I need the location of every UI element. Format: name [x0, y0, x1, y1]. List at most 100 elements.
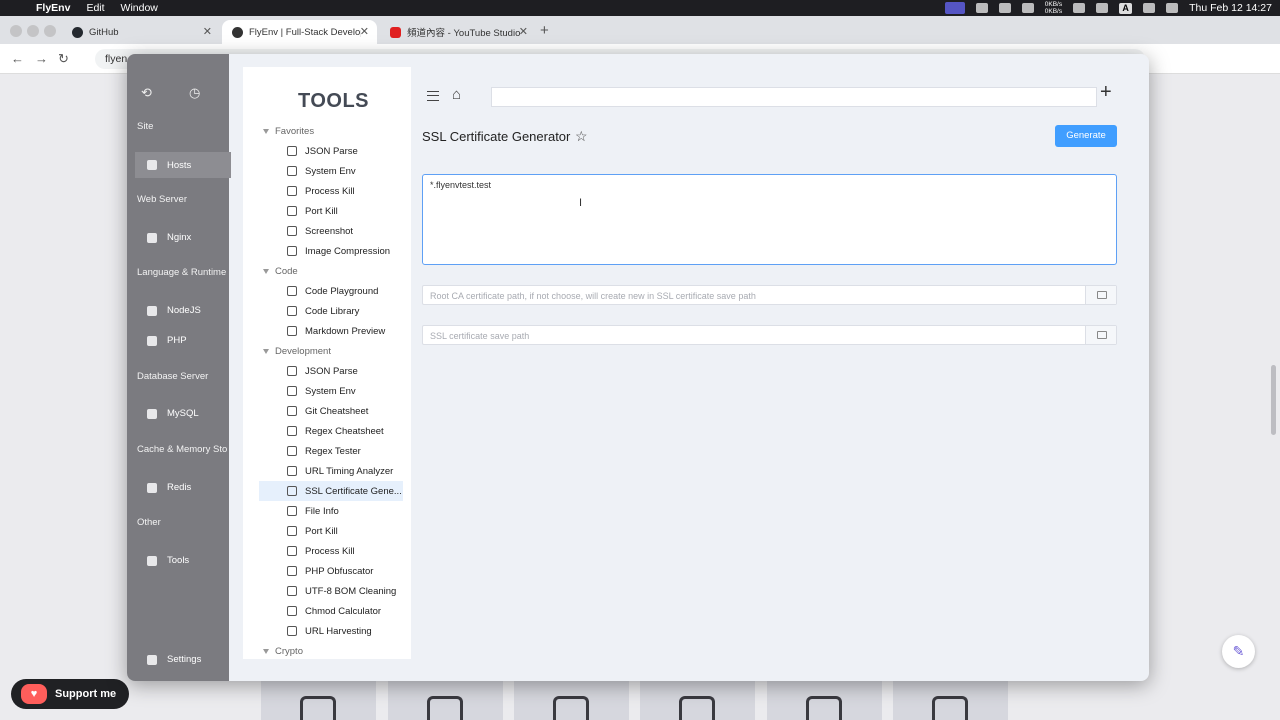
- tool-item[interactable]: JSON Parse: [259, 141, 403, 161]
- sidebar-group-web-server: Web Server: [137, 194, 187, 205]
- tool-icon: [287, 586, 297, 596]
- folder-icon[interactable]: [1085, 326, 1116, 344]
- tool-item[interactable]: System Env: [259, 381, 403, 401]
- tool-item[interactable]: Screenshot: [259, 221, 403, 241]
- tab-flyenv[interactable]: FlyEnv | Full-Stack Developm ✕: [222, 20, 377, 44]
- tool-item[interactable]: Port Kill: [259, 521, 403, 541]
- forward-icon[interactable]: →: [35, 51, 48, 66]
- caret-down-icon: [263, 129, 269, 134]
- tool-item[interactable]: SSL Certificate Gene...: [259, 481, 403, 501]
- tab-github[interactable]: GitHub ✕: [62, 20, 220, 44]
- tool-icon: [287, 406, 297, 416]
- tool-icon: [287, 446, 297, 456]
- tool-item[interactable]: Regex Cheatsheet: [259, 421, 403, 441]
- gear-icon: [147, 654, 157, 665]
- history-icon[interactable]: ◷: [189, 85, 200, 101]
- sidebar-group-site: Site: [137, 121, 154, 132]
- close-icon[interactable]: ✕: [360, 25, 369, 38]
- search-icon[interactable]: [1143, 3, 1156, 13]
- generate-button[interactable]: Generate: [1055, 125, 1117, 147]
- tool-item[interactable]: Markdown Preview: [259, 321, 403, 341]
- back-icon[interactable]: ←: [11, 51, 24, 66]
- browser-zoom-dot[interactable]: [44, 25, 56, 37]
- folder-icon[interactable]: [1085, 286, 1116, 304]
- volume-icon[interactable]: [1073, 3, 1086, 13]
- tool-icon: [287, 366, 297, 376]
- tool-item[interactable]: Process Kill: [259, 181, 403, 201]
- domains-textarea[interactable]: *.flyenvtest.test: [422, 174, 1117, 265]
- sidebar-item-nodejs[interactable]: NodeJS: [147, 305, 201, 316]
- tool-item[interactable]: UTF-8 BOM Cleaning: [259, 581, 403, 601]
- close-icon[interactable]: ✕: [203, 25, 212, 38]
- tool-icon: [287, 246, 297, 256]
- sidebar-item-tools[interactable]: Tools: [147, 555, 189, 566]
- sidebar-item-php[interactable]: PHP: [147, 335, 187, 346]
- screen-mirroring-icon[interactable]: [944, 2, 965, 14]
- tool-icon: [287, 146, 297, 156]
- input-source-icon[interactable]: A: [1119, 2, 1133, 14]
- tool-search-input[interactable]: [491, 87, 1097, 107]
- undo-icon[interactable]: ⟲: [141, 85, 152, 101]
- support-me-button[interactable]: ♥ Support me: [11, 679, 129, 709]
- sidebar-item-nginx[interactable]: Nginx: [147, 232, 191, 243]
- add-icon[interactable]: +: [1100, 81, 1112, 104]
- category-code[interactable]: Code: [263, 266, 298, 277]
- sidebar-item-hosts[interactable]: Hosts: [135, 152, 231, 178]
- tool-item[interactable]: File Info: [259, 501, 403, 521]
- edit-icon[interactable]: ✎: [1222, 635, 1255, 668]
- battery-icon[interactable]: [1021, 3, 1034, 13]
- tool-icon: [287, 626, 297, 636]
- category-development[interactable]: Development: [263, 346, 331, 357]
- menubar-clock[interactable]: Thu Feb 12 14:27: [1189, 2, 1272, 14]
- wifi-icon[interactable]: [1096, 3, 1109, 13]
- menu-icon[interactable]: [427, 91, 439, 101]
- browser-minimize-dot[interactable]: [27, 25, 39, 37]
- mysql-icon: [147, 408, 157, 419]
- status-icon[interactable]: [975, 3, 988, 13]
- tool-icon: [287, 386, 297, 396]
- ssl-save-path-field[interactable]: SSL certificate save path: [422, 325, 1117, 345]
- menu-edit[interactable]: Edit: [86, 2, 104, 14]
- macos-menubar: FlyEnv Edit Window 0KB/s 0KB/s A Thu Feb …: [0, 0, 1280, 16]
- tool-item[interactable]: URL Timing Analyzer: [259, 461, 403, 481]
- record-icon[interactable]: [998, 3, 1011, 13]
- tool-item[interactable]: JSON Parse: [259, 361, 403, 381]
- tool-icon: [287, 286, 297, 296]
- control-center-icon[interactable]: [1166, 3, 1179, 13]
- caret-down-icon: [263, 349, 269, 354]
- tool-item[interactable]: Process Kill: [259, 541, 403, 561]
- file-icon: [806, 696, 842, 720]
- root-ca-path-field[interactable]: Root CA certificate path, if not choose,…: [422, 285, 1117, 305]
- browser-close-dot[interactable]: [10, 25, 22, 37]
- sidebar-group-other: Other: [137, 517, 161, 528]
- tool-item[interactable]: PHP Obfuscator: [259, 561, 403, 581]
- star-icon[interactable]: ☆: [575, 128, 588, 145]
- tab-youtube-studio[interactable]: 頻道內容 - YouTube Studio ✕: [380, 20, 536, 44]
- close-icon[interactable]: ✕: [519, 25, 528, 38]
- tool-item[interactable]: Image Compression: [259, 241, 403, 261]
- menu-app-name[interactable]: FlyEnv: [36, 2, 70, 14]
- tool-item[interactable]: URL Harvesting: [259, 621, 403, 641]
- category-crypto[interactable]: Crypto: [263, 646, 303, 657]
- tool-item[interactable]: Git Cheatsheet: [259, 401, 403, 421]
- tool-item[interactable]: Chmod Calculator: [259, 601, 403, 621]
- page-scrollbar[interactable]: [1271, 365, 1276, 435]
- tool-item[interactable]: Port Kill: [259, 201, 403, 221]
- image-icon: [932, 696, 968, 720]
- reload-icon[interactable]: ↻: [58, 51, 69, 67]
- tool-item[interactable]: Regex Tester: [259, 441, 403, 461]
- tool-icon: [287, 526, 297, 536]
- tool-item[interactable]: Code Playground: [259, 281, 403, 301]
- page-title: SSL Certificate Generator: [422, 129, 571, 144]
- sidebar-item-redis[interactable]: Redis: [147, 482, 191, 493]
- new-tab-icon[interactable]: +: [540, 22, 549, 39]
- menu-window[interactable]: Window: [121, 2, 158, 14]
- tool-item[interactable]: System Env: [259, 161, 403, 181]
- sidebar-group-database: Database Server: [137, 371, 209, 382]
- sidebar-item-mysql[interactable]: MySQL: [147, 408, 199, 419]
- home-icon[interactable]: ⌂: [452, 86, 461, 103]
- tool-item[interactable]: Code Library: [259, 301, 403, 321]
- category-favorites[interactable]: Favorites: [263, 126, 314, 137]
- php-icon: [147, 335, 157, 346]
- sidebar-item-settings[interactable]: Settings: [147, 654, 201, 665]
